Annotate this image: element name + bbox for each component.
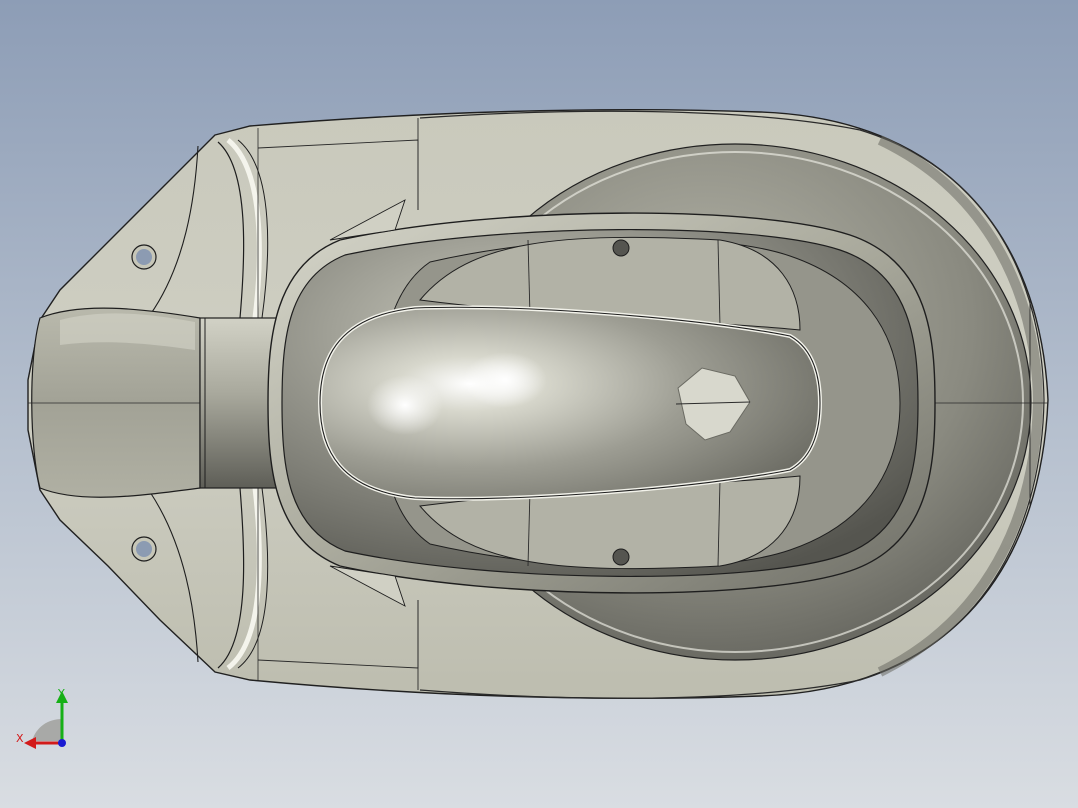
squat-toilet-model[interactable] [0,0,1078,808]
vent-dot-bottom [612,548,630,566]
highlight-b [463,352,547,408]
highlight-a [367,375,443,435]
mounting-hole-top-inner [136,249,152,265]
triad-x-label: X [16,732,24,745]
x-arrow-icon [24,737,36,749]
vent-dot-top [612,239,630,257]
triad-y-label: Y [58,687,65,700]
mounting-hole-bottom-inner [136,541,152,557]
triad-plane-icon [32,719,62,741]
z-axis-icon [58,739,66,747]
graphics-viewport[interactable]: X Y [0,0,1078,808]
